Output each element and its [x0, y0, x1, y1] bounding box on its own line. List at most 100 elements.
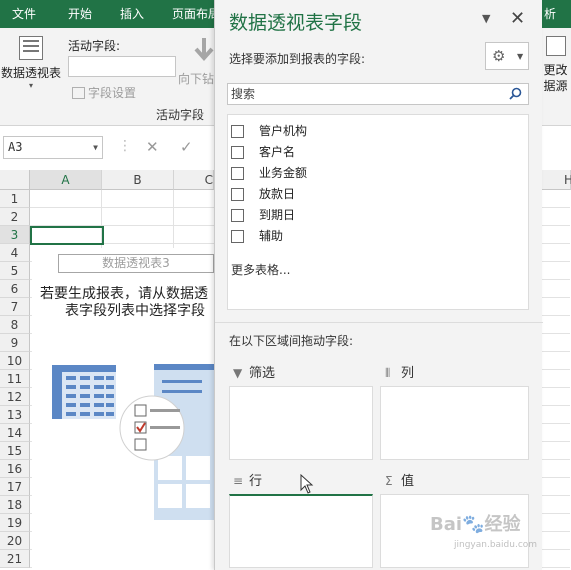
- select-all-corner[interactable]: [0, 170, 30, 190]
- row-header[interactable]: 21: [0, 550, 30, 568]
- watermark-url: jingyan.baidu.com: [454, 540, 538, 550]
- formula-bar-grip: ⋮: [118, 138, 132, 154]
- row-header[interactable]: 17: [0, 478, 30, 496]
- field-item-1[interactable]: 管户机构: [228, 121, 528, 142]
- row-header[interactable]: 4: [0, 244, 30, 262]
- selected-cell[interactable]: [30, 226, 104, 245]
- field-search-input[interactable]: 搜索: [227, 83, 529, 105]
- name-box-value: A3: [8, 140, 23, 154]
- watermark-brand: Bai: [430, 514, 463, 535]
- field-label: 放款日: [259, 187, 296, 201]
- change-data-source-button[interactable]: 更改 据源: [540, 36, 571, 94]
- tab-analyze[interactable]: 析: [540, 0, 560, 28]
- field-item-4[interactable]: 放款日: [228, 184, 528, 205]
- field-checkbox[interactable]: [231, 188, 244, 201]
- gear-icon: ⚙: [492, 47, 506, 65]
- close-icon[interactable]: ✕: [510, 8, 525, 29]
- row-header[interactable]: 16: [0, 460, 30, 478]
- name-box[interactable]: A3 ▼: [3, 136, 103, 159]
- row-header[interactable]: 11: [0, 370, 30, 388]
- pane-divider: [215, 322, 543, 323]
- field-item-3[interactable]: 业务金额: [228, 163, 528, 184]
- column-header-h[interactable]: H: [542, 170, 571, 190]
- change-source-label-1: 更改: [543, 63, 568, 77]
- row-header[interactable]: 6: [0, 280, 30, 298]
- row-header[interactable]: 15: [0, 442, 30, 460]
- row-header[interactable]: 5: [0, 262, 30, 280]
- paw-icon: 🐾: [462, 514, 485, 535]
- active-field-label: 活动字段:: [68, 39, 121, 53]
- row-header[interactable]: 14: [0, 424, 30, 442]
- pivot-table-title: 数据透视表3: [58, 254, 214, 273]
- row-header[interactable]: 12: [0, 388, 30, 406]
- field-label: 管户机构: [259, 124, 308, 138]
- rows-icon: ≡: [233, 474, 244, 488]
- row-header[interactable]: 7: [0, 298, 30, 316]
- field-label: 辅助: [259, 229, 284, 243]
- field-item-2[interactable]: 客户名: [228, 142, 528, 163]
- search-icon[interactable]: [509, 87, 522, 100]
- pivot-table-icon: [19, 36, 43, 60]
- active-field-group-label: 活动字段: [156, 108, 205, 122]
- tab-file[interactable]: 文件: [8, 0, 40, 28]
- column-header-c[interactable]: C: [174, 170, 214, 190]
- watermark-logo: Bai🐾经验: [430, 510, 520, 536]
- columns-drop-area[interactable]: [380, 386, 529, 460]
- active-field-input[interactable]: [68, 56, 176, 77]
- field-checkbox[interactable]: [231, 230, 244, 243]
- field-checkbox[interactable]: [231, 125, 244, 138]
- row-header-selected[interactable]: 3: [0, 226, 30, 244]
- row-header[interactable]: 19: [0, 514, 30, 532]
- rows-area-header: ≡ 行: [233, 468, 262, 494]
- tab-insert[interactable]: 插入: [116, 0, 148, 28]
- enter-icon[interactable]: ✓: [180, 138, 193, 156]
- row-header[interactable]: 20: [0, 532, 30, 550]
- row-header[interactable]: 13: [0, 406, 30, 424]
- column-header-a[interactable]: A: [30, 170, 102, 190]
- field-list: 管户机构 客户名 业务金额 放款日 到期日 辅助 更多表格...: [227, 114, 529, 310]
- row-header[interactable]: 18: [0, 496, 30, 514]
- choose-fields-label: 选择要添加到报表的字段:: [229, 52, 366, 66]
- field-list-illustration-icon: [119, 364, 214, 520]
- table-illustration-icon: [52, 365, 116, 419]
- row-header[interactable]: 10: [0, 352, 30, 370]
- chevron-down-icon[interactable]: ▼: [93, 137, 98, 158]
- pivot-instructions: 若要生成报表，请从数据透 表字段列表中选择字段: [40, 286, 214, 320]
- row-headers: 1 2 3 4 5 6 7 8 9 10 11 12 13 14 15 16 1…: [0, 190, 30, 568]
- change-source-label-2: 据源: [543, 79, 568, 93]
- field-checkbox[interactable]: [231, 167, 244, 180]
- pivot-table-button-label: 数据透视表: [0, 66, 61, 80]
- field-label: 业务金额: [259, 166, 308, 180]
- row-header[interactable]: 1: [0, 190, 30, 208]
- chevron-down-icon: ▼: [517, 52, 524, 61]
- rows-drop-area[interactable]: [229, 494, 373, 568]
- values-label: 值: [401, 474, 415, 489]
- drill-down-label[interactable]: 向下钻: [178, 70, 214, 87]
- field-checkbox[interactable]: [231, 146, 244, 159]
- pivot-table-button[interactable]: 数据透视表 ▾: [0, 36, 62, 90]
- watermark-brand2: 经验: [484, 514, 521, 535]
- filter-icon: ▼: [233, 366, 243, 380]
- pivot-instructions-line-1: 若要生成报表，请从数据透: [40, 286, 208, 302]
- row-header[interactable]: 8: [0, 316, 30, 334]
- field-checkbox[interactable]: [231, 209, 244, 222]
- cancel-icon[interactable]: ✕: [146, 138, 159, 156]
- pane-options-chevron-icon[interactable]: ▼: [482, 12, 490, 25]
- pane-tools-button[interactable]: ⚙ ▼: [485, 42, 529, 70]
- field-settings-label: 字段设置: [88, 86, 137, 100]
- tab-home[interactable]: 开始: [64, 0, 96, 28]
- field-item-6[interactable]: 辅助: [228, 226, 528, 247]
- drill-down-arrow-icon: [194, 38, 214, 62]
- field-item-5[interactable]: 到期日: [228, 205, 528, 226]
- field-settings-button[interactable]: 字段设置: [72, 84, 136, 101]
- data-source-icon: [545, 36, 566, 56]
- field-settings-icon: [72, 87, 85, 99]
- row-header[interactable]: 2: [0, 208, 30, 226]
- column-header-b[interactable]: B: [102, 170, 174, 190]
- row-header[interactable]: 9: [0, 334, 30, 352]
- rows-label: 行: [249, 474, 263, 489]
- columns-label: 列: [401, 366, 415, 381]
- filters-drop-area[interactable]: [229, 386, 373, 460]
- more-tables-link[interactable]: 更多表格...: [231, 261, 290, 278]
- field-label: 客户名: [259, 145, 296, 159]
